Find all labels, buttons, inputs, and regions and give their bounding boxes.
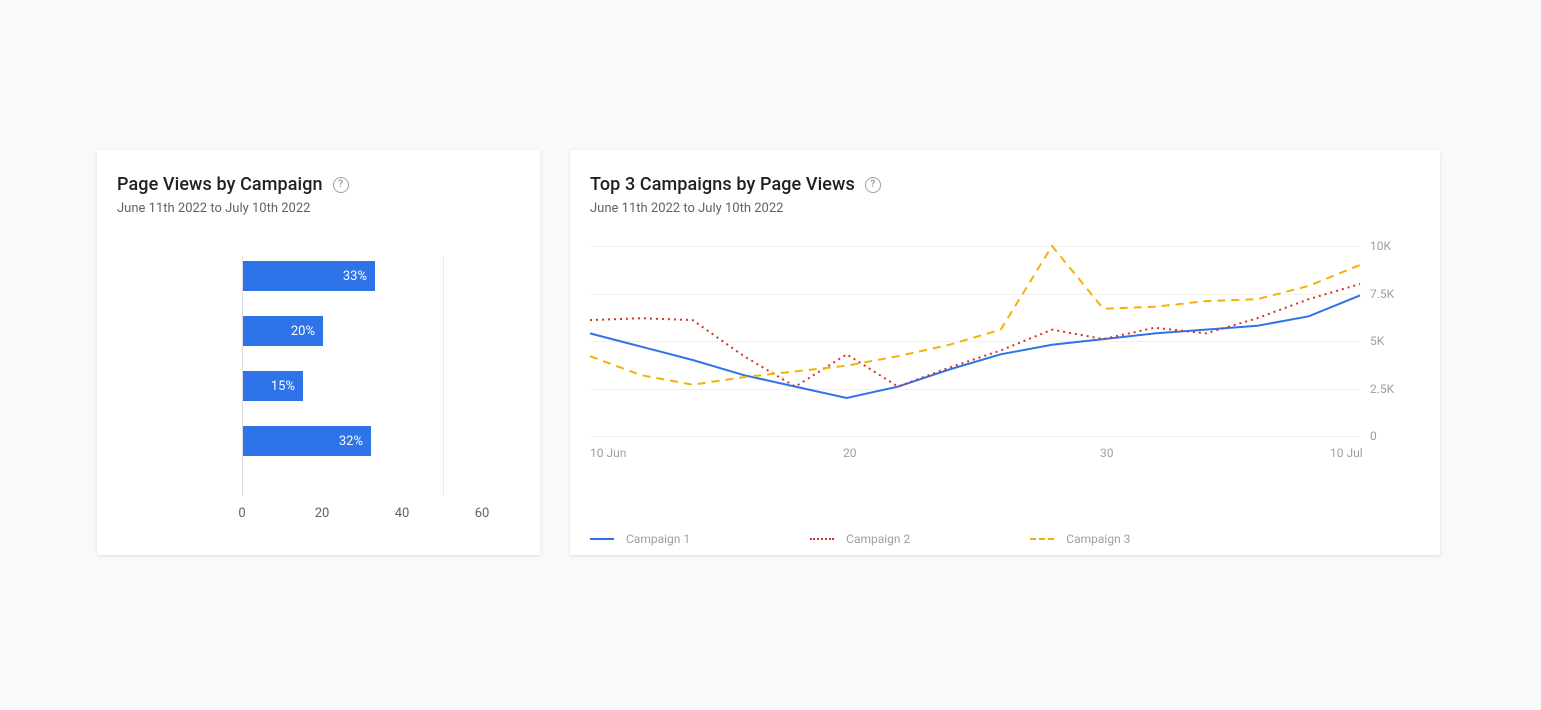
bar-rect-0: 33% <box>243 261 375 291</box>
help-icon[interactable]: ? <box>865 177 881 193</box>
line-card-subtitle: June 11th 2022 to July 10th 2022 <box>590 201 1420 216</box>
legend-item-c3: Campaign 3 <box>1030 532 1130 546</box>
bar-card-subtitle: June 11th 2022 to July 10th 2022 <box>117 201 520 216</box>
bar-rect-2: 15% <box>243 371 303 401</box>
bar-chart: Campaign 1 33% Campaign 2 20% Campaign 3… <box>117 256 520 516</box>
top-campaigns-card: Top 3 Campaigns by Page Views ? June 11t… <box>570 150 1440 555</box>
line-card-title: Top 3 Campaigns by Page Views <box>590 174 855 195</box>
line-legend: Campaign 1 Campaign 2 Campaign 3 <box>590 532 1130 546</box>
page-views-by-campaign-card: Page Views by Campaign ? June 11th 2022 … <box>97 150 540 555</box>
bar-card-title: Page Views by Campaign <box>117 174 323 195</box>
bar-rect-1: 20% <box>243 316 323 346</box>
line-series-campaign-2 <box>590 284 1360 387</box>
line-chart: 10K 7.5K 5K 2.5K 0 10 Jun 20 30 10 Jul C… <box>590 246 1420 506</box>
legend-item-c2: Campaign 2 <box>810 532 910 546</box>
line-plot: 10K 7.5K 5K 2.5K 0 <box>590 246 1360 436</box>
legend-item-c1: Campaign 1 <box>590 532 690 546</box>
bar-x-axis: 0 20 40 60 <box>242 506 502 526</box>
bar-rect-3: 32% <box>243 426 371 456</box>
help-icon[interactable]: ? <box>333 177 349 193</box>
